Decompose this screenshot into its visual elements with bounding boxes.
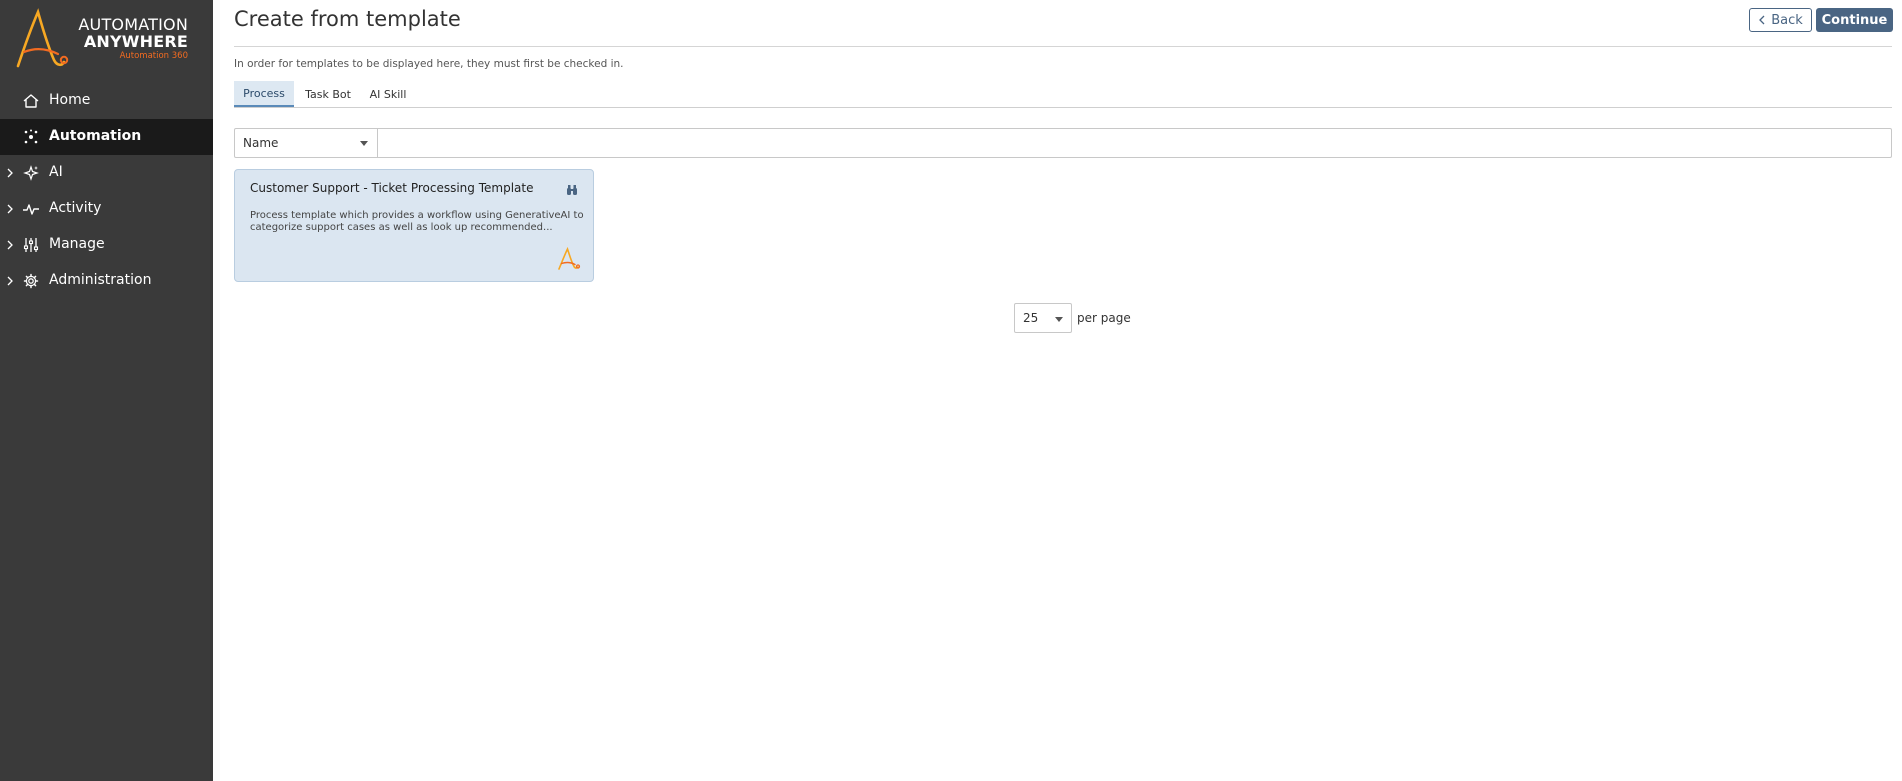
template-card-description: Process template which provides a workfl… (250, 210, 584, 233)
sidebar-item-administration[interactable]: Administration (0, 263, 213, 299)
template-card[interactable]: Customer Support - Ticket Processing Tem… (234, 169, 594, 282)
filter-field-select[interactable]: Name (235, 129, 378, 157)
automation-anywhere-logo[interactable]: AUTOMATION ANYWHERE Automation 360 (14, 8, 204, 70)
header-divider (234, 46, 1892, 47)
sidebar-item-ai[interactable]: AI (0, 155, 213, 191)
automation-anywhere-logo-icon (558, 247, 581, 270)
template-type-tabs: Process Task Bot AI Skill (234, 81, 1892, 108)
back-button[interactable]: Back (1749, 8, 1812, 32)
sidebar-item-label: Manage (49, 236, 105, 252)
sidebar-item-label: Activity (49, 200, 102, 216)
sidebar-nav: Home Automation AI Activity Manage Admin… (0, 83, 213, 299)
sidebar-item-label: Home (49, 92, 91, 108)
chevron-left-icon (1759, 15, 1765, 25)
filter-field-label: Name (243, 136, 279, 150)
main-content: Create from template Back Continue In or… (234, 0, 1893, 781)
per-page-label: per page (1077, 311, 1131, 325)
home-icon (23, 94, 39, 108)
brand-product: Automation 360 (119, 51, 188, 61)
tab-process[interactable]: Process (234, 81, 294, 107)
sidebar-item-label: Administration (49, 272, 152, 288)
per-page-value: 25 (1023, 311, 1039, 325)
gear-icon (23, 273, 39, 289)
automation-icon (24, 129, 38, 144)
tab-ai-skill[interactable]: AI Skill (361, 81, 415, 107)
info-message: In order for templates to be displayed h… (234, 58, 624, 70)
search-filter-bar: Name (234, 128, 1892, 158)
sidebar-item-automation[interactable]: Automation (0, 119, 213, 155)
chevron-right-icon[interactable] (4, 274, 16, 288)
continue-button[interactable]: Continue (1816, 8, 1893, 32)
sidebar-item-label: Automation (49, 128, 142, 144)
chevron-right-icon[interactable] (4, 166, 16, 180)
sidebar: AUTOMATION ANYWHERE Automation 360 Home … (0, 0, 213, 781)
activity-icon (23, 204, 39, 215)
brand-line2: ANYWHERE (83, 32, 188, 51)
chevron-right-icon[interactable] (4, 238, 16, 252)
sidebar-item-label: AI (49, 164, 63, 180)
sidebar-item-activity[interactable]: Activity (0, 191, 213, 227)
tab-task-bot[interactable]: Task Bot (296, 81, 360, 107)
sidebar-item-home[interactable]: Home (0, 83, 213, 119)
template-card-title: Customer Support - Ticket Processing Tem… (250, 181, 534, 195)
search-input[interactable] (379, 129, 1891, 157)
sidebar-item-manage[interactable]: Manage (0, 227, 213, 263)
caret-down-icon (1055, 317, 1063, 322)
caret-down-icon (360, 141, 368, 146)
per-page-select[interactable]: 25 (1014, 303, 1072, 333)
binoculars-icon[interactable] (566, 184, 578, 196)
chevron-right-icon[interactable] (4, 202, 16, 216)
ai-sparkle-icon (23, 165, 39, 181)
sliders-icon (23, 238, 39, 252)
pagination: 25 per page (1014, 303, 1131, 333)
back-button-label: Back (1771, 12, 1803, 28)
page-title: Create from template (234, 7, 461, 31)
